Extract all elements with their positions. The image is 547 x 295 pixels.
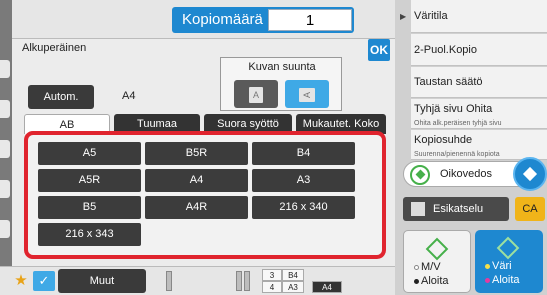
- sidebar-item-duplex[interactable]: 2-Puol.Kopio: [411, 34, 547, 66]
- copies-control: Kopiomäärä 1: [172, 7, 354, 33]
- clear-all-button[interactable]: CA: [515, 197, 545, 221]
- orientation-label: Kuvan suunta: [248, 61, 316, 73]
- size-button-a4[interactable]: A4: [145, 169, 248, 192]
- orientation-group: Kuvan suunta A A: [220, 57, 342, 111]
- color-start-line2: Aloita: [485, 274, 520, 286]
- tray-size: A3: [282, 281, 304, 293]
- edge-tab[interactable]: [0, 100, 10, 118]
- bottom-bar: ★ ✓ Muut 3 4 B4 A3 A4: [0, 266, 395, 295]
- preview-button[interactable]: Esikatselu: [403, 197, 509, 221]
- tray-bar-icon: [244, 271, 250, 291]
- sidebar-item-label: Taustan säätö: [414, 76, 483, 88]
- mono-start-line1: M/V: [414, 261, 441, 273]
- start-icon: [496, 236, 520, 260]
- size-grid: A5 B5R B4 A5R A4 A3 B5 A4R 216 x 340 216…: [24, 131, 386, 259]
- color-start-line1: Väri: [485, 260, 512, 272]
- proof-start-icon: [410, 165, 430, 185]
- sidebar-item-copy-ratio[interactable]: Kopiosuhde Suurenna/pienennä kopiota: [411, 130, 547, 160]
- auto-size-button[interactable]: Autom.: [28, 85, 94, 109]
- tray-number: 3: [262, 269, 282, 281]
- size-button-a5r[interactable]: A5R: [38, 169, 141, 192]
- selected-tray-size: A4: [312, 281, 342, 293]
- portrait-orientation-button[interactable]: A: [234, 80, 278, 108]
- tray-bar-icon: [236, 271, 242, 291]
- copies-label: Kopiomäärä: [182, 11, 263, 28]
- panel-title: Alkuperäinen: [22, 42, 87, 54]
- size-button-b4[interactable]: B4: [252, 142, 355, 165]
- edge-tab[interactable]: [0, 180, 10, 198]
- ok-button[interactable]: OK: [368, 39, 390, 61]
- proof-copy-label: Oikovedos: [440, 168, 492, 180]
- sidebar-item-background[interactable]: Taustan säätö: [411, 67, 547, 98]
- top-bar: Kopiomäärä 1: [12, 0, 395, 38]
- sidebar-item-label: Väritila: [414, 10, 448, 22]
- mono-start-button[interactable]: M/V Aloita: [403, 230, 471, 293]
- preview-icon: [411, 202, 425, 216]
- sidebar-item-label: Tyhjä sivu Ohita: [414, 103, 493, 115]
- copies-input[interactable]: 1: [268, 9, 352, 31]
- preview-label: Esikatselu: [433, 203, 484, 215]
- favorite-star-icon[interactable]: ★: [12, 271, 30, 291]
- edge-tab[interactable]: [0, 60, 10, 78]
- size-button-b5[interactable]: B5: [38, 196, 141, 219]
- check-icon[interactable]: ✓: [33, 271, 55, 291]
- sidebar-item-blank-page-skip[interactable]: Tyhjä sivu Ohita Ohita alk.peräisen tyhj…: [411, 99, 547, 129]
- start-icon: [425, 237, 449, 261]
- edge-tab[interactable]: [0, 220, 10, 238]
- size-button-a5[interactable]: A5: [38, 142, 141, 165]
- sidebar-item-sub: Ohita alk.peräisen tyhjä sivu: [414, 120, 502, 127]
- auto-size-value: A4: [122, 90, 136, 102]
- tray-size: B4: [282, 269, 304, 281]
- color-start-button[interactable]: Väri Aloita: [475, 230, 543, 293]
- proof-color-start-icon[interactable]: [513, 157, 547, 191]
- size-button-216x343[interactable]: 216 x 343: [38, 223, 141, 246]
- size-button-a4r[interactable]: A4R: [145, 196, 248, 219]
- portrait-icon: A: [249, 87, 263, 103]
- tray-bar-icon: [166, 271, 172, 291]
- size-button-b5r[interactable]: B5R: [145, 142, 248, 165]
- right-sidebar: ▶ Väritila 2-Puol.Kopio Taustan säätö Ty…: [395, 0, 547, 295]
- paper-tray-status: 3 4 B4 A3 A4: [166, 268, 366, 294]
- mono-start-line2: Aloita: [414, 275, 449, 287]
- sidebar-item-label: Kopiosuhde: [414, 134, 473, 146]
- tray-number: 4: [262, 281, 282, 293]
- sidebar-item-label: 2-Puol.Kopio: [414, 44, 477, 56]
- left-edge-strip: [0, 0, 12, 295]
- size-button-a3[interactable]: A3: [252, 169, 355, 192]
- landscape-icon: A: [299, 88, 315, 102]
- size-button-216x340[interactable]: 216 x 340: [252, 196, 355, 219]
- expand-arrow-icon[interactable]: ▶: [400, 12, 406, 21]
- others-button[interactable]: Muut: [58, 269, 146, 293]
- sidebar-item-color-mode[interactable]: Väritila: [411, 0, 547, 33]
- edge-tab[interactable]: [0, 140, 10, 158]
- original-size-panel: Alkuperäinen OK Kuvan suunta A A Autom. …: [12, 38, 395, 266]
- landscape-orientation-button[interactable]: A: [285, 80, 329, 108]
